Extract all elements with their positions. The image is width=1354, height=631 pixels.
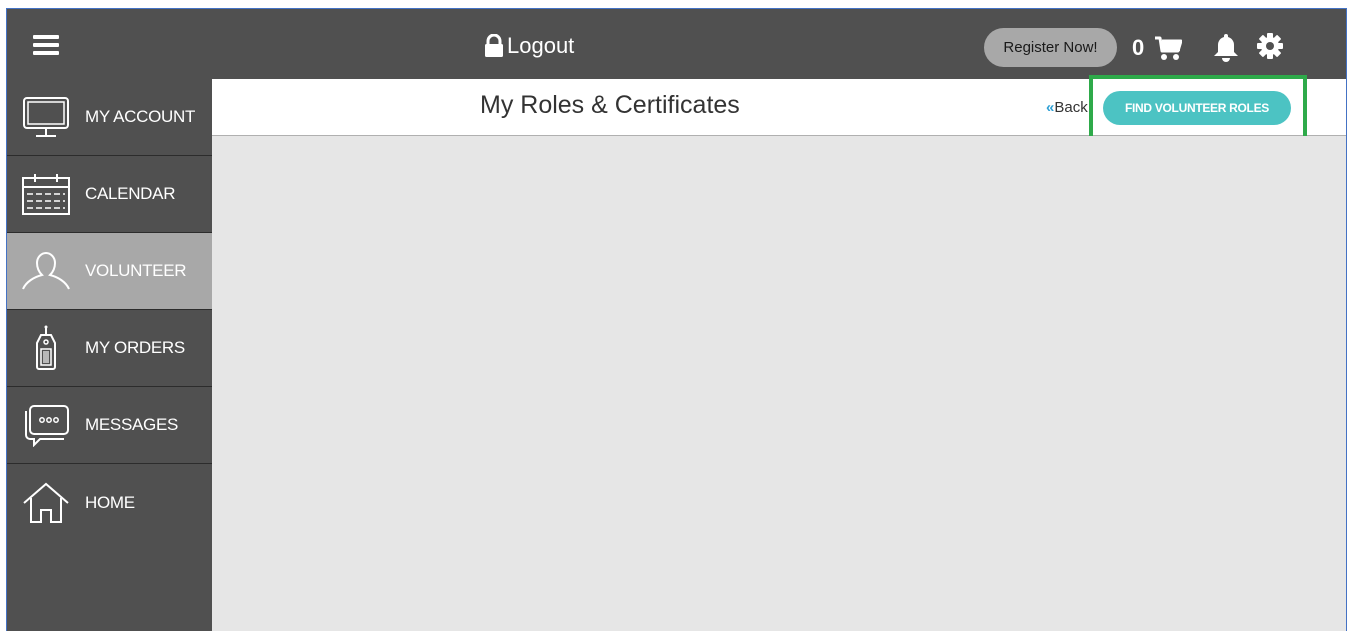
logout-label: Logout bbox=[507, 33, 575, 58]
cart-count: 0 bbox=[1132, 35, 1145, 60]
monitor-icon bbox=[23, 97, 69, 137]
sidebar-item-my-account[interactable]: MY ACCOUNT bbox=[7, 79, 212, 156]
sidebar-item-volunteer[interactable]: VOLUNTEER bbox=[7, 233, 212, 310]
highlight-annotation-box bbox=[1089, 75, 1307, 143]
sidebar-item-label: CALENDAR bbox=[85, 184, 176, 203]
sidebar: MY ACCOUNT CALENDAR VOLUNTEER MY ORDERS … bbox=[7, 79, 212, 631]
register-now-button[interactable]: Register Now! bbox=[984, 28, 1117, 67]
calendar-icon bbox=[22, 174, 70, 215]
sidebar-item-label: MESSAGES bbox=[85, 415, 179, 434]
sidebar-item-calendar[interactable]: CALENDAR bbox=[7, 156, 212, 233]
back-label: Back bbox=[1054, 99, 1088, 116]
logout-button[interactable]: Logout bbox=[483, 31, 574, 61]
home-icon bbox=[23, 482, 69, 523]
chat-icon bbox=[25, 405, 69, 447]
menu-icon[interactable] bbox=[33, 35, 59, 55]
sidebar-item-home[interactable]: HOME bbox=[7, 464, 212, 541]
sidebar-item-label: HOME bbox=[85, 492, 135, 512]
sidebar-item-messages[interactable]: MESSAGES bbox=[7, 387, 212, 464]
main-content-area bbox=[212, 136, 1346, 631]
person-icon bbox=[22, 252, 70, 290]
tag-icon bbox=[36, 325, 56, 370]
app-window: Logout Register Now! 0 MY ACCOUNT CALEND… bbox=[6, 8, 1347, 631]
page-title: My Roles & Certificates bbox=[480, 91, 740, 119]
sidebar-item-my-orders[interactable]: MY ORDERS bbox=[7, 310, 212, 387]
gear-icon[interactable] bbox=[1256, 32, 1284, 60]
sidebar-item-label: MY ORDERS bbox=[85, 338, 185, 357]
content-header: My Roles & Certificates «Back FIND VOLUN… bbox=[212, 75, 1346, 143]
lock-icon bbox=[485, 34, 503, 57]
bell-icon[interactable] bbox=[1212, 32, 1240, 62]
back-link[interactable]: «Back bbox=[1046, 99, 1088, 116]
top-bar: Logout Register Now! 0 bbox=[7, 9, 1346, 79]
sidebar-item-label: VOLUNTEER bbox=[85, 261, 187, 280]
cart-icon[interactable] bbox=[1154, 35, 1182, 61]
sidebar-item-label: MY ACCOUNT bbox=[85, 107, 196, 126]
